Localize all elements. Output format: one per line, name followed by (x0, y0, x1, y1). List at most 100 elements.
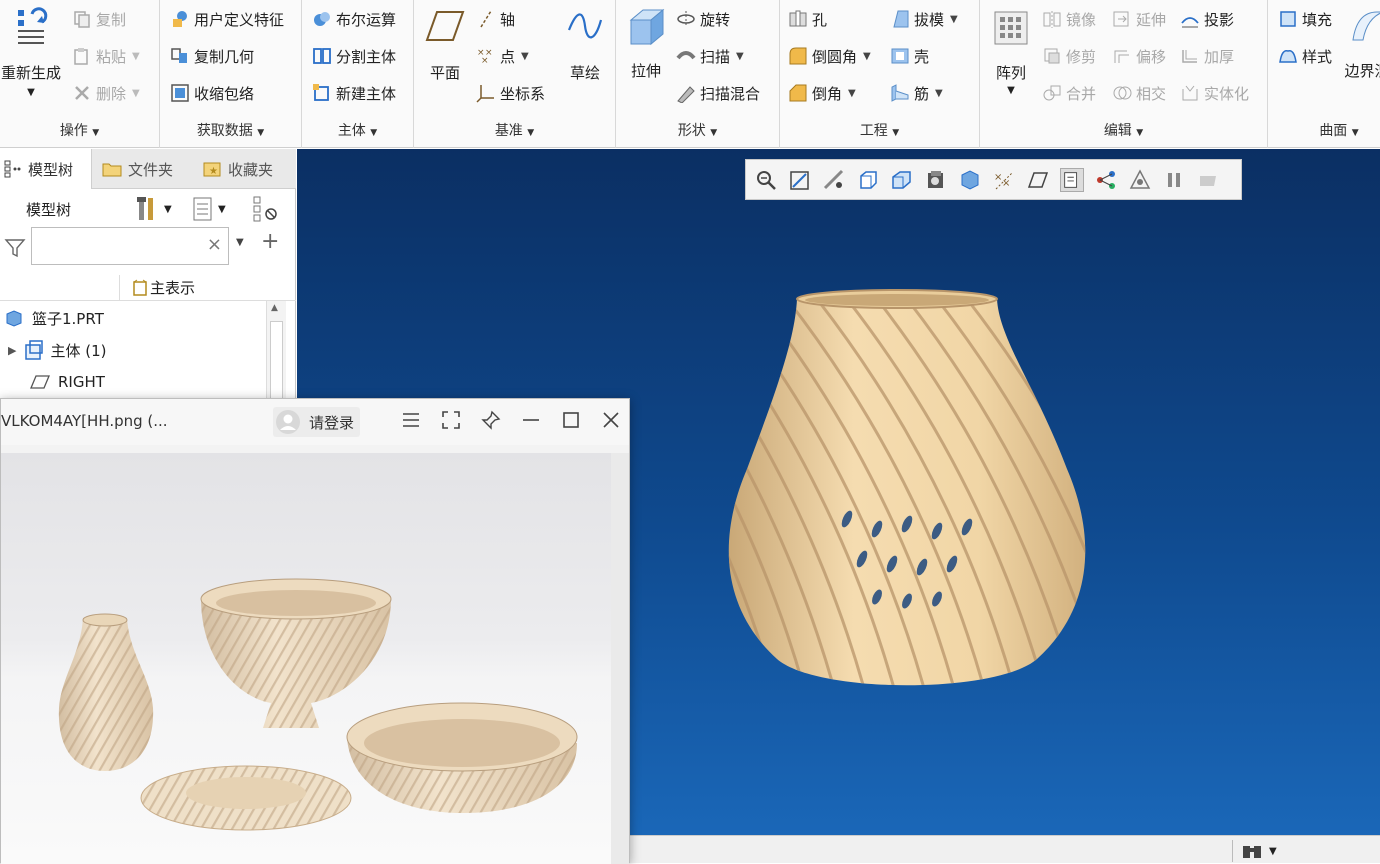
tree-item-part[interactable]: 篮子1.PRT (4, 302, 104, 334)
maximize-icon[interactable] (561, 410, 581, 430)
add-filter-icon[interactable]: + (261, 229, 279, 254)
login-button[interactable]: 请登录 (273, 407, 361, 437)
boundary-blend-button[interactable]: 边界混 (1342, 8, 1380, 81)
solidify-button[interactable]: 实体化 (1180, 80, 1249, 106)
folder-icon (102, 163, 122, 177)
hole-button[interactable]: 孔 (788, 6, 827, 32)
pattern-label: 阵列 (995, 64, 1026, 82)
swept-blend-button[interactable]: 扫描混合 (676, 80, 760, 106)
split-body-button[interactable]: 分割主体 (312, 43, 396, 69)
style-button[interactable]: 样式 (1278, 43, 1332, 69)
model-tree-icon (4, 160, 21, 178)
extend-icon (1113, 11, 1129, 27)
pause-icon[interactable] (1162, 168, 1186, 192)
tree-settings-button[interactable]: ▼ (136, 195, 172, 223)
zoom-window-icon[interactable] (788, 168, 812, 192)
axis-button[interactable]: 轴 (476, 6, 515, 32)
expand-arrow-icon[interactable]: ▶ (8, 344, 16, 357)
spin-center-icon[interactable] (1094, 168, 1118, 192)
refit-icon[interactable] (822, 168, 846, 192)
perspective-icon[interactable] (958, 168, 982, 192)
group-label-shapes[interactable]: 形状 ▼ (616, 120, 779, 142)
selection-filter[interactable]: ▼ (1232, 840, 1298, 862)
tree-show-button[interactable]: ▼ (192, 195, 226, 223)
zoom-icon[interactable] (754, 168, 778, 192)
regenerate-dropdown[interactable]: ▼ (0, 87, 66, 98)
pattern-button[interactable]: 阵列 ▼ (986, 8, 1036, 96)
clear-search-icon[interactable]: × (207, 234, 222, 255)
main-representation-header[interactable]: 主表示 (132, 277, 195, 298)
group-label-engineering[interactable]: 工程 ▼ (780, 120, 979, 142)
sketch-icon (567, 13, 603, 39)
scroll-thumb[interactable] (270, 321, 283, 409)
round-button[interactable]: 倒圆角 ▼ (788, 43, 871, 69)
close-icon[interactable] (601, 410, 621, 430)
hidden-line-icon[interactable] (1196, 168, 1220, 192)
tab-favorites[interactable]: ★ 收藏夹 (198, 149, 294, 189)
shell-button[interactable]: 壳 (890, 43, 929, 69)
tree-item-right-plane[interactable]: RIGHT (30, 366, 105, 398)
chamfer-button[interactable]: 倒角 ▼ (788, 80, 856, 106)
thicken-button[interactable]: 加厚 (1180, 43, 1234, 69)
revolve-button[interactable]: 旋转 (676, 6, 730, 32)
tree-columns-button[interactable] (252, 195, 280, 223)
udf-button[interactable]: 用户定义特征 (170, 6, 284, 32)
sketch-button[interactable]: 草绘 (560, 8, 610, 83)
plane-button[interactable]: 平面 (420, 8, 470, 83)
representation-icon (133, 279, 147, 296)
offset-button[interactable]: 偏移 (1112, 43, 1166, 69)
pattern-dropdown[interactable]: ▼ (986, 85, 1036, 96)
intersect-button[interactable]: 相交 (1112, 80, 1166, 106)
group-label-operations[interactable]: 操作 ▼ (0, 120, 159, 142)
repaint-icon[interactable] (856, 168, 880, 192)
new-body-button[interactable]: 新建主体 (312, 80, 396, 106)
point-button[interactable]: × × × 点 ▼ (476, 43, 529, 69)
group-label-body[interactable]: 主体 ▼ (302, 120, 413, 142)
extend-button[interactable]: 延伸 (1112, 6, 1166, 32)
draft-button[interactable]: 拔模 ▼ (890, 6, 958, 32)
extrude-button[interactable]: 拉伸 (622, 6, 670, 81)
saved-views-icon[interactable] (890, 168, 914, 192)
group-label-editing[interactable]: 编辑 ▼ (980, 120, 1267, 142)
menu-icon[interactable] (401, 410, 421, 430)
intersect-icon (1113, 86, 1132, 100)
project-button[interactable]: 投影 (1180, 6, 1234, 32)
minimize-icon[interactable] (521, 410, 541, 430)
mirror-button[interactable]: 镜像 (1042, 6, 1096, 32)
csys-button[interactable]: 坐标系 (476, 80, 545, 106)
tree-scrollbar[interactable]: ▲ (266, 301, 286, 409)
fill-button[interactable]: 填充 (1278, 6, 1332, 32)
rib-button[interactable]: 筋 ▼ (890, 80, 943, 106)
group-label-datum[interactable]: 基准 ▼ (414, 120, 615, 142)
display-style-icon[interactable] (924, 168, 948, 192)
viewer-image[interactable] (1, 453, 611, 864)
tree-item-body[interactable]: ▶ 主体 (1) (8, 334, 107, 366)
sweep-button[interactable]: 扫描 ▼ (676, 43, 744, 69)
boolean-button[interactable]: 布尔运算 (312, 6, 396, 32)
regenerate-button[interactable]: 重新生成 ▼ (0, 4, 66, 98)
merge-button[interactable]: 合并 (1042, 80, 1096, 106)
fullscreen-icon[interactable] (441, 410, 461, 430)
filter-icon[interactable] (4, 237, 26, 259)
copy-geometry-button[interactable]: 复制几何 (170, 43, 254, 69)
pin-icon[interactable] (481, 410, 501, 430)
paste-button[interactable]: 粘贴 ▼ (72, 43, 140, 69)
round-icon (789, 47, 807, 65)
tab-model-tree[interactable]: 模型树 (0, 149, 92, 189)
delete-button[interactable]: 删除 ▼ (72, 80, 140, 106)
copy-button[interactable]: 复制 (72, 6, 126, 32)
tab-folder[interactable]: 文件夹 (98, 149, 190, 189)
simulation-icon[interactable] (1128, 168, 1152, 192)
group-datum: 平面 轴 × × × 点 ▼ 坐标系 草绘 基准 ▼ (414, 0, 616, 148)
search-options-dropdown[interactable]: ▼ (236, 237, 244, 248)
group-label-get-data[interactable]: 获取数据 ▼ (160, 120, 301, 142)
scroll-up-icon[interactable]: ▲ (271, 303, 278, 313)
vase-model[interactable] (697, 279, 1117, 719)
annotation-display-icon[interactable] (1060, 167, 1084, 192)
group-label-surfaces[interactable]: 曲面 ▼ (1298, 120, 1380, 142)
tree-search-input[interactable]: × (31, 227, 229, 265)
plane-display-icon[interactable] (1026, 168, 1050, 192)
shrinkwrap-button[interactable]: 收缩包络 (170, 80, 254, 106)
datum-display-icon[interactable]: × × (992, 168, 1016, 192)
trim-button[interactable]: 修剪 (1042, 43, 1096, 69)
